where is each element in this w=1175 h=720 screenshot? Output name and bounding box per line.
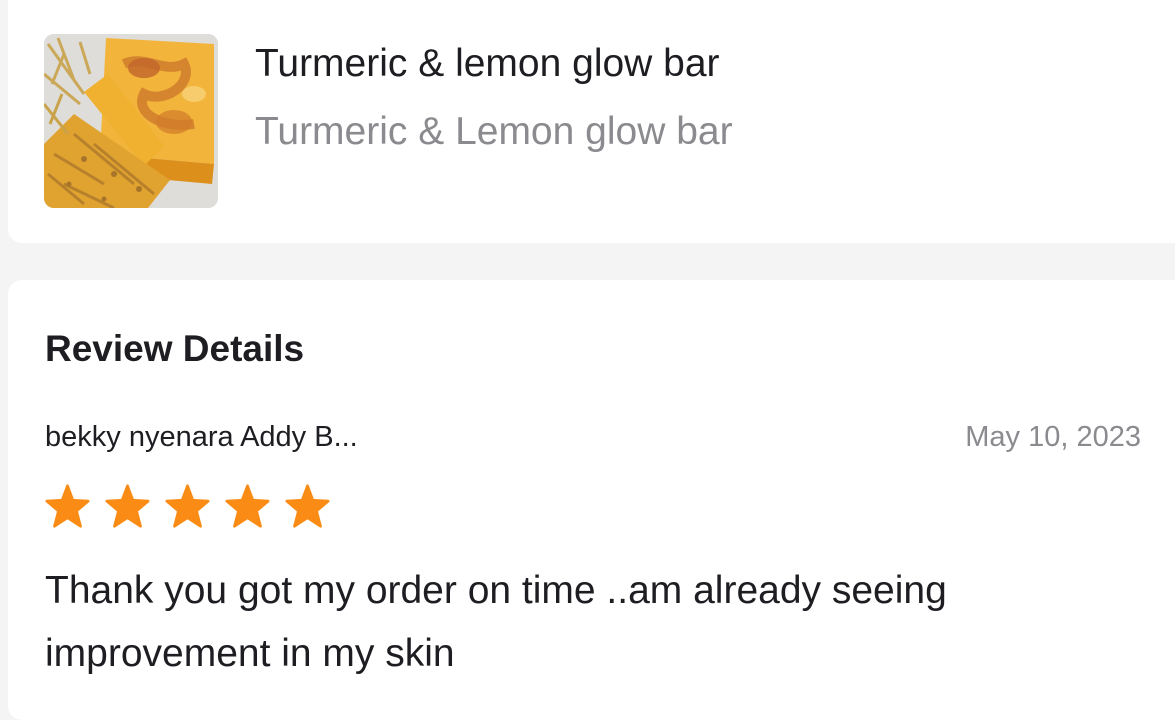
reviewer-name: bekky nyenara Addy B... <box>45 421 358 453</box>
review-text: Thank you got my order on time ..am alre… <box>45 569 947 675</box>
star-icon <box>105 484 150 528</box>
star-rating <box>45 484 330 529</box>
section-title: Review Details <box>45 328 305 369</box>
product-variant: Turmeric & Lemon glow bar <box>255 110 733 153</box>
star-icon <box>45 484 90 528</box>
star-icon <box>285 484 330 528</box>
product-thumbnail[interactable] <box>44 34 218 208</box>
star-icon <box>165 484 210 528</box>
review-date: May 10, 2023 <box>965 421 1141 453</box>
star-icon <box>225 484 270 528</box>
product-name[interactable]: Turmeric & lemon glow bar <box>255 42 720 86</box>
soap-bar-photo-icon <box>44 34 218 208</box>
review-details-card: Review Details bekky nyenara Addy B... M… <box>8 280 1175 720</box>
product-card[interactable]: Turmeric & lemon glow bar Turmeric & Lem… <box>8 0 1175 243</box>
